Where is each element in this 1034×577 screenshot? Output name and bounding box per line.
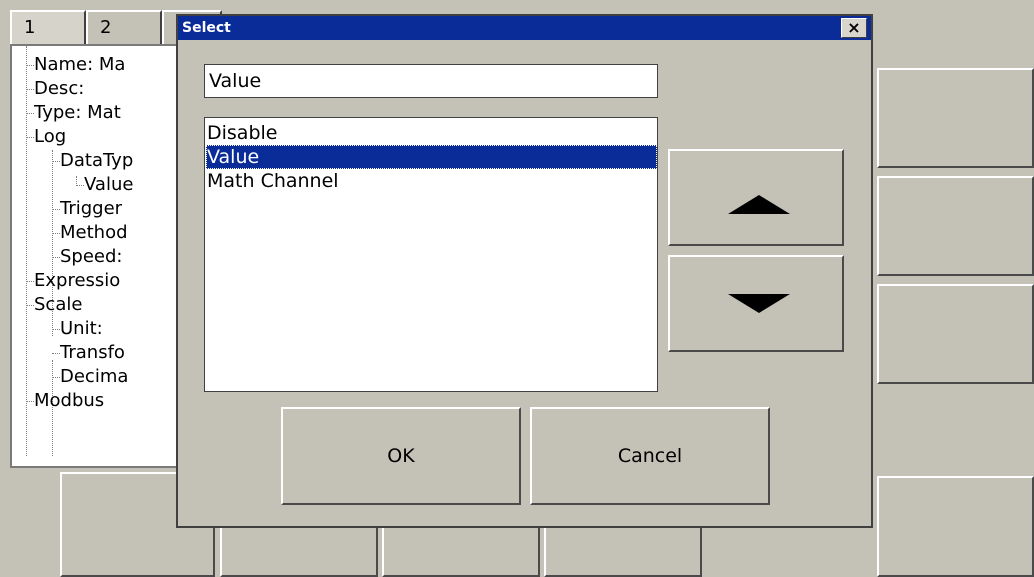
list-item-disable[interactable]: Disable [206, 121, 657, 145]
tree-item-expression[interactable]: Expressio [34, 269, 120, 293]
tree-item-speed[interactable]: Speed: [60, 245, 123, 269]
ok-button[interactable]: OK [281, 407, 521, 505]
config-tree[interactable]: Name: Ma Desc: Type: Mat Log DataTyp Val… [10, 44, 190, 468]
tree-item-log[interactable]: Log [34, 125, 66, 149]
tree-item-scale[interactable]: Scale [34, 293, 82, 317]
tree-item-trigger[interactable]: Trigger [60, 197, 122, 221]
move-up-button[interactable] [668, 149, 844, 246]
dialog-title: Select [182, 20, 231, 36]
tab-2[interactable]: 2 [86, 10, 162, 45]
arrow-up-icon [728, 195, 790, 214]
tree-item-name[interactable]: Name: Ma [34, 53, 125, 77]
arrow-down-icon [728, 294, 790, 313]
list-item-math-channel[interactable]: Math Channel [206, 169, 657, 193]
list-item-value[interactable]: Value [206, 145, 657, 169]
softkey-right-4[interactable] [877, 476, 1034, 577]
softkey-right-2[interactable] [877, 176, 1034, 276]
current-value-field: Value [204, 64, 658, 98]
softkey-right-3[interactable] [877, 284, 1034, 384]
tree-item-desc[interactable]: Desc: [34, 77, 84, 101]
close-button[interactable]: × [841, 18, 867, 38]
cancel-button[interactable]: Cancel [530, 407, 770, 505]
tree-item-unit[interactable]: Unit: [60, 317, 103, 341]
softkey-right-1[interactable] [877, 68, 1034, 168]
tree-item-value[interactable]: Value [84, 173, 133, 197]
tree-item-transform[interactable]: Transfo [60, 341, 125, 365]
dialog-titlebar[interactable]: Select × [178, 16, 871, 40]
tab-1-label: 1 [24, 17, 36, 38]
tab-1[interactable]: 1 [10, 10, 86, 48]
options-listbox[interactable]: Disable Value Math Channel [204, 117, 658, 392]
tree-item-method[interactable]: Method [60, 221, 128, 245]
ok-button-label: OK [387, 445, 415, 467]
tree-item-decimal[interactable]: Decima [60, 365, 128, 389]
select-dialog: Select × Value Disable Value Math Channe… [176, 14, 873, 528]
close-icon: × [847, 18, 861, 37]
tab-2-label: 2 [100, 17, 112, 38]
tree-item-modbus[interactable]: Modbus [34, 389, 104, 413]
cancel-button-label: Cancel [617, 445, 683, 467]
tree-item-type[interactable]: Type: Mat [34, 101, 121, 125]
move-down-button[interactable] [668, 255, 844, 352]
tree-item-datatype[interactable]: DataTyp [60, 149, 133, 173]
